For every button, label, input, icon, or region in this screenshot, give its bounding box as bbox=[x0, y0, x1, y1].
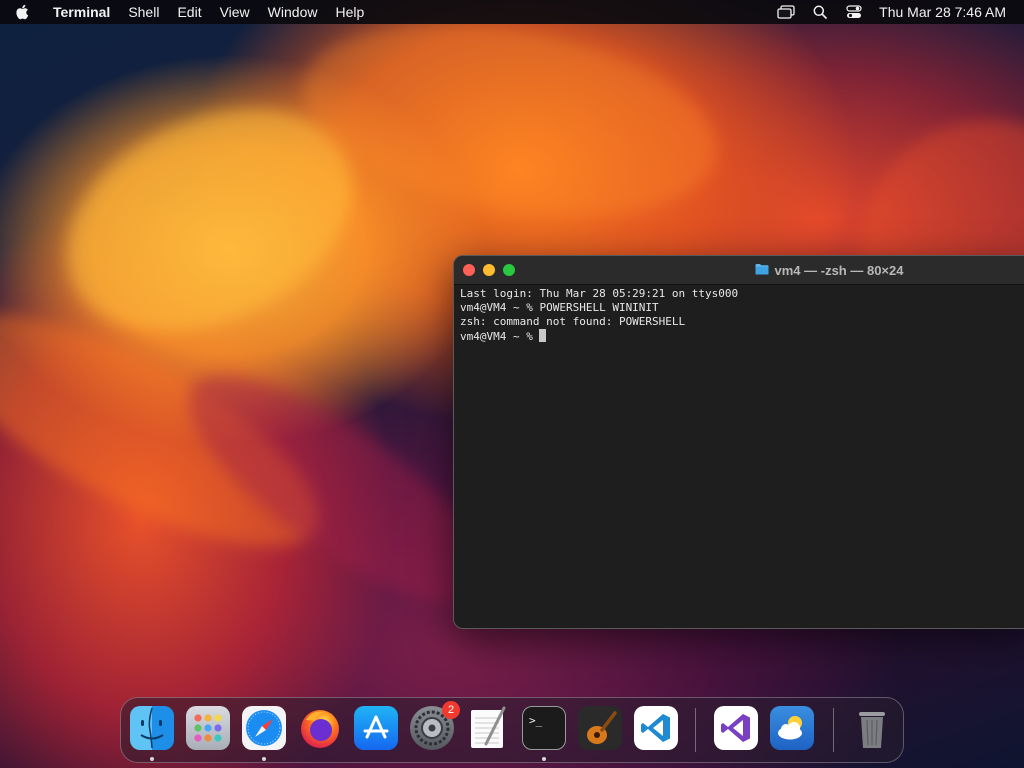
control-center-icon[interactable] bbox=[837, 0, 871, 24]
safari-icon[interactable] bbox=[242, 706, 286, 750]
terminal-prompt: vm4@VM4 ~ % bbox=[460, 330, 540, 343]
menu-edit[interactable]: Edit bbox=[168, 0, 210, 24]
visual-studio-icon[interactable] bbox=[714, 706, 758, 750]
menu-app-name[interactable]: Terminal bbox=[44, 0, 119, 24]
running-indicator bbox=[262, 757, 266, 761]
firefox-icon[interactable] bbox=[298, 706, 342, 750]
terminal-window[interactable]: vm4 — -zsh — 80×24 Last login: Thu Mar 2… bbox=[453, 255, 1024, 629]
dock-separator bbox=[695, 708, 696, 752]
text-cursor bbox=[539, 329, 547, 342]
menu-help[interactable]: Help bbox=[326, 0, 373, 24]
launchpad-icon[interactable] bbox=[186, 706, 230, 750]
notification-badge: 2 bbox=[442, 701, 460, 719]
weather-icon[interactable] bbox=[770, 706, 814, 750]
garageband-icon[interactable] bbox=[578, 706, 622, 750]
menu-view[interactable]: View bbox=[211, 0, 259, 24]
window-title: vm4 — -zsh — 80×24 bbox=[774, 262, 904, 278]
running-indicator bbox=[150, 757, 154, 761]
menu-bar: Terminal Shell Edit View Window Help Thu… bbox=[0, 0, 1024, 24]
folder-icon bbox=[755, 263, 769, 278]
terminal-prompt-line[interactable]: vm4@VM4 ~ % bbox=[460, 329, 1024, 343]
window-titlebar[interactable]: vm4 — -zsh — 80×24 bbox=[454, 256, 1024, 285]
vscode-icon[interactable] bbox=[634, 706, 678, 750]
app-store-icon[interactable] bbox=[354, 706, 398, 750]
dock-separator bbox=[833, 708, 834, 752]
screen-mirroring-icon[interactable] bbox=[769, 0, 803, 24]
terminal-line: Last login: Thu Mar 28 05:29:21 on ttys0… bbox=[460, 287, 739, 300]
menu-clock[interactable]: Thu Mar 28 7:46 AM bbox=[871, 4, 1024, 20]
menu-shell[interactable]: Shell bbox=[119, 0, 168, 24]
terminal-line: vm4@VM4 ~ % POWERSHELL WININIT bbox=[460, 301, 659, 314]
spotlight-search-icon[interactable] bbox=[803, 0, 837, 24]
menu-window[interactable]: Window bbox=[259, 0, 327, 24]
system-settings-icon[interactable]: 2 bbox=[410, 701, 460, 750]
finder-icon[interactable] bbox=[130, 706, 174, 750]
apple-logo-icon[interactable] bbox=[0, 4, 44, 20]
trash-icon[interactable] bbox=[850, 706, 894, 750]
terminal-output[interactable]: Last login: Thu Mar 28 05:29:21 on ttys0… bbox=[454, 285, 1024, 345]
terminal-line: zsh: command not found: POWERSHELL bbox=[460, 315, 686, 328]
dock: 2 >_ bbox=[120, 697, 904, 763]
textedit-icon[interactable] bbox=[466, 706, 510, 750]
svg-text:>_: >_ bbox=[529, 714, 543, 727]
running-indicator bbox=[542, 757, 546, 761]
terminal-icon[interactable]: >_ bbox=[522, 706, 566, 750]
